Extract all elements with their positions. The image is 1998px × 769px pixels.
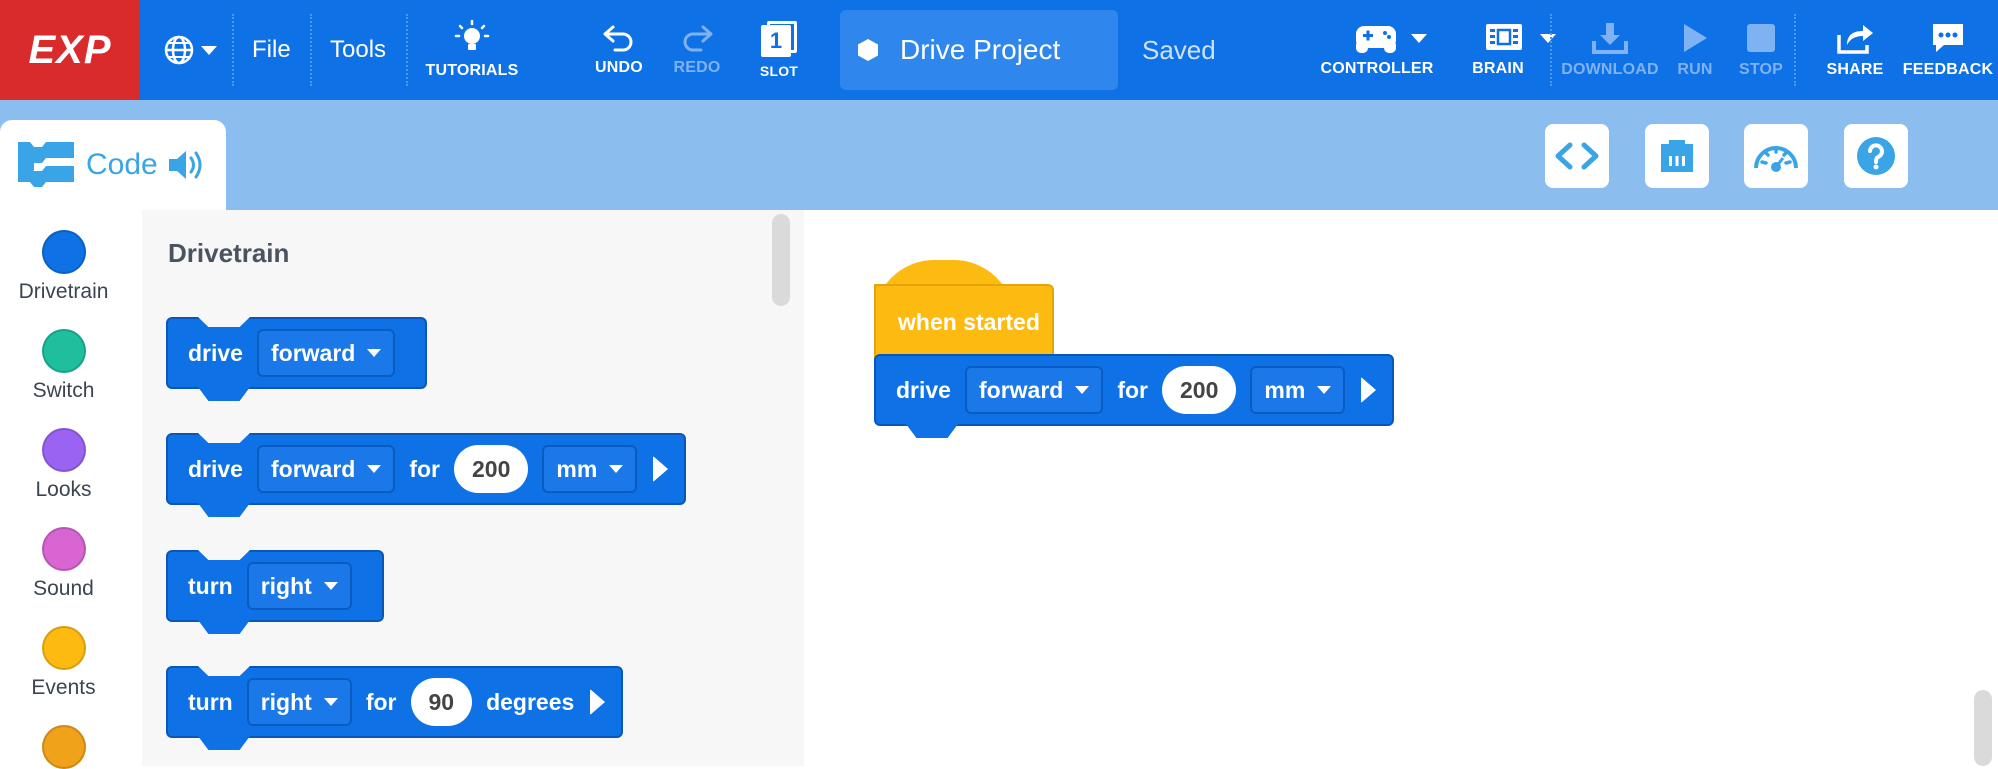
download-button[interactable]: DOWNLOAD: [1556, 0, 1664, 100]
divider: [1550, 14, 1552, 86]
chevron-down-icon: [1317, 386, 1332, 394]
wait-toggle-icon[interactable]: [1361, 377, 1377, 403]
slot-icon: 1: [761, 21, 797, 57]
category-events[interactable]: Events: [0, 626, 127, 700]
project-name-field[interactable]: Drive Project: [840, 10, 1118, 90]
divider: [310, 14, 312, 86]
category-drivetrain[interactable]: Drivetrain: [0, 230, 127, 304]
globe-icon: [164, 35, 194, 65]
slot-button[interactable]: 1 SLOT: [744, 0, 814, 100]
unit-dropdown[interactable]: mm: [542, 445, 638, 493]
distance-input[interactable]: 200: [454, 445, 529, 493]
workspace-scrollbar[interactable]: [1974, 690, 1992, 766]
unit-dropdown[interactable]: mm: [1250, 366, 1346, 414]
run-button[interactable]: RUN: [1666, 0, 1724, 100]
undo-button[interactable]: UNDO: [584, 0, 654, 100]
divider: [1794, 14, 1796, 86]
speech-bubble-icon: [1933, 24, 1963, 52]
chevron-down-icon: [323, 582, 338, 590]
save-status: Saved: [1142, 34, 1216, 65]
chevron-down-icon: [1075, 386, 1090, 394]
direction-dropdown[interactable]: right: [246, 678, 352, 726]
chevron-down-icon: [1540, 33, 1556, 43]
devices-button[interactable]: [1645, 124, 1709, 188]
chevron-down-icon: [609, 465, 624, 473]
angle-input[interactable]: 90: [410, 678, 473, 726]
category-dot: [41, 428, 86, 472]
direction-dropdown[interactable]: right: [246, 562, 352, 610]
direction-dropdown[interactable]: forward: [964, 366, 1104, 414]
palette-scrollbar[interactable]: [772, 214, 790, 306]
code-view-icon: [1555, 142, 1599, 170]
category-dot: [41, 725, 86, 769]
block-drive-for[interactable]: drive forward for 200 mm: [166, 433, 687, 517]
code-viewer-button[interactable]: [1545, 124, 1609, 188]
brain-icon: [1486, 24, 1522, 50]
speaker-icon[interactable]: [166, 147, 206, 183]
redo-icon: [683, 25, 713, 52]
feedback-button[interactable]: FEEDBACK: [1898, 0, 1998, 100]
menubar: EXP File Tools TUTORIALS UNDO REDO 1 SLO…: [0, 0, 1998, 100]
chevron-down-icon: [201, 45, 217, 55]
distance-input[interactable]: 200: [1162, 366, 1237, 414]
wait-toggle-icon[interactable]: [653, 456, 669, 482]
download-icon: [1592, 23, 1628, 54]
category-dot: [41, 626, 86, 670]
tutorials-button[interactable]: TUTORIALS: [420, 0, 524, 100]
category-list: Drivetrain Switch Looks Sound Events: [0, 210, 142, 769]
dashboard-button[interactable]: [1744, 124, 1808, 188]
share-icon: [1837, 25, 1873, 54]
devices-icon: [1661, 140, 1693, 172]
code-blocks-icon: [18, 142, 74, 187]
chevron-down-icon: [1411, 33, 1427, 43]
divider: [232, 14, 234, 86]
stop-button[interactable]: STOP: [1730, 0, 1792, 100]
lightbulb-icon: [454, 20, 490, 50]
tab-code-label: Code: [86, 148, 158, 181]
block-drive[interactable]: drive forward: [166, 317, 428, 401]
direction-dropdown[interactable]: forward: [256, 445, 396, 493]
brain-button[interactable]: BRAIN: [1448, 0, 1556, 100]
tools-menu[interactable]: Tools: [330, 0, 386, 100]
stop-icon: [1747, 24, 1775, 52]
help-button[interactable]: [1844, 124, 1908, 188]
undo-icon: [603, 25, 633, 52]
help-icon: [1857, 137, 1895, 175]
block-turn-for[interactable]: turn right for 90 degrees: [166, 666, 624, 750]
language-menu[interactable]: [150, 0, 230, 100]
dashboard-icon: [1754, 146, 1798, 172]
controller-button[interactable]: CONTROLLER: [1318, 0, 1436, 100]
chevron-down-icon: [367, 465, 382, 473]
direction-dropdown[interactable]: forward: [256, 329, 396, 377]
redo-button[interactable]: REDO: [662, 0, 732, 100]
tab-code[interactable]: Code: [0, 120, 226, 210]
block-palette: Drivetrain drive forward drive forward f…: [142, 210, 804, 766]
block-when-started[interactable]: when started: [874, 260, 1054, 360]
wait-toggle-icon[interactable]: [590, 689, 606, 715]
hexagon-icon: [858, 39, 878, 61]
category-dot: [41, 527, 86, 571]
gamepad-icon: [1356, 26, 1396, 53]
category-control[interactable]: [0, 725, 127, 769]
divider: [406, 14, 408, 86]
palette-title: Drivetrain: [168, 238, 290, 268]
category-sound[interactable]: Sound: [0, 527, 127, 601]
chevron-down-icon: [367, 349, 382, 357]
exp-logo: EXP: [0, 0, 140, 100]
play-icon: [1684, 24, 1707, 52]
category-switch[interactable]: Switch: [0, 329, 127, 403]
chevron-down-icon: [323, 698, 338, 706]
file-menu[interactable]: File: [252, 0, 291, 100]
category-dot: [41, 230, 86, 274]
share-button[interactable]: SHARE: [1820, 0, 1890, 100]
category-looks[interactable]: Looks: [0, 428, 127, 502]
block-turn[interactable]: turn right: [166, 550, 384, 634]
block-drive-for[interactable]: drive forward for 200 mm: [874, 354, 1395, 438]
category-dot: [41, 329, 86, 373]
